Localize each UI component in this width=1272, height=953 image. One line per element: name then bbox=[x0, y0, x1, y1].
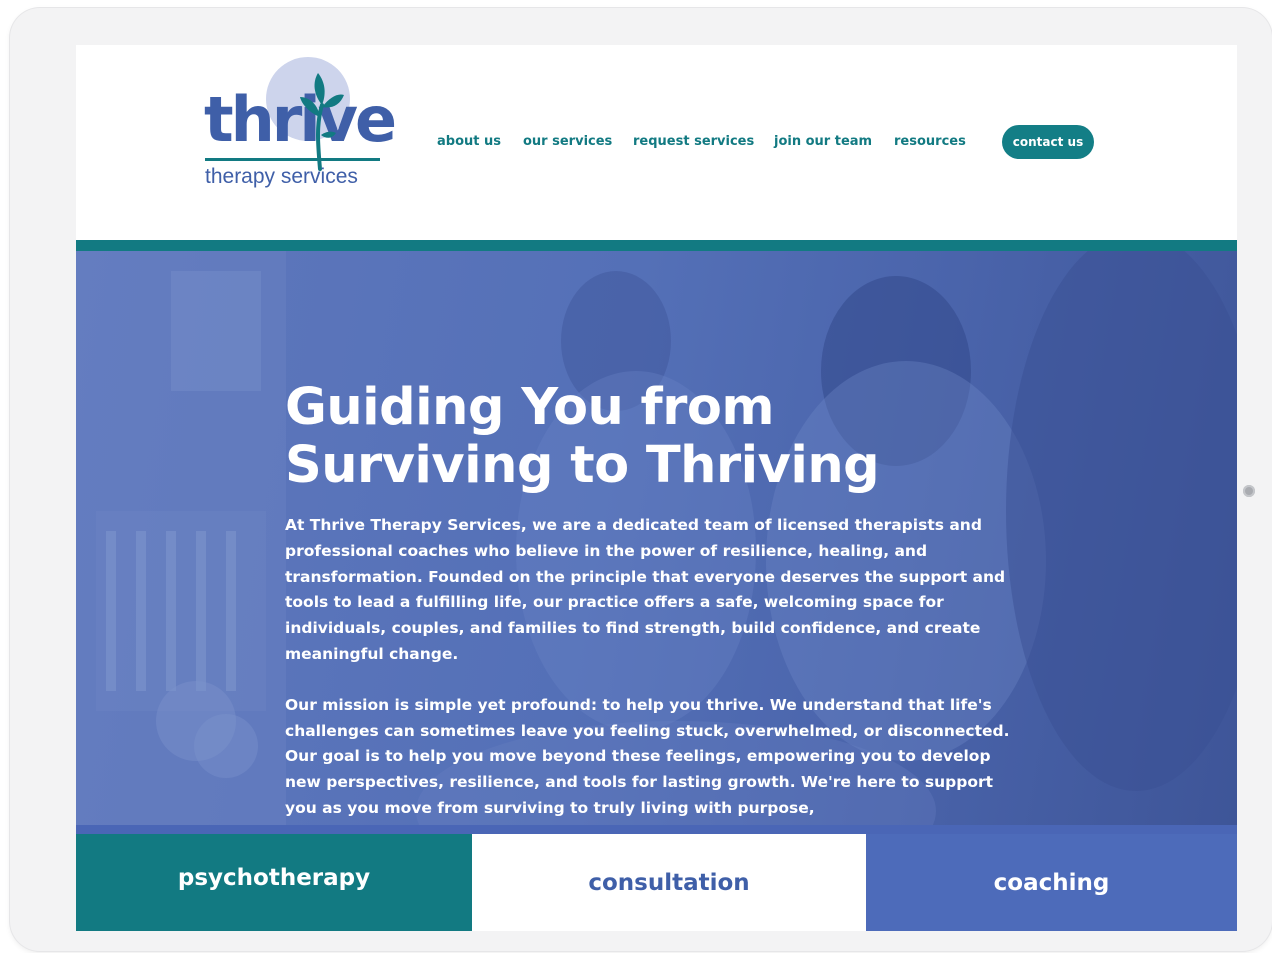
nav-our-services[interactable]: our services bbox=[523, 134, 612, 149]
tablet-frame: thrive therapy services about us our ser… bbox=[10, 8, 1272, 951]
hero-bottom-accent bbox=[76, 825, 1237, 834]
tile-psychotherapy[interactable]: psychotherapy bbox=[76, 834, 472, 931]
thrive-logo[interactable]: thrive therapy services bbox=[204, 55, 397, 195]
hero-text-block: Guiding You from Surviving to Thriving A… bbox=[285, 379, 1025, 822]
nav-about-us[interactable]: about us bbox=[437, 134, 501, 149]
nav-request-services[interactable]: request services bbox=[633, 134, 754, 149]
tile-consultation[interactable]: consultation bbox=[472, 834, 866, 931]
nav-resources[interactable]: resources bbox=[894, 134, 966, 149]
hero-paragraph-mission: Our mission is simple yet profound: to h… bbox=[285, 695, 1010, 817]
hero-title: Guiding You from Surviving to Thriving bbox=[285, 378, 880, 495]
header-divider bbox=[76, 240, 1237, 251]
tablet-camera bbox=[1243, 485, 1255, 497]
logo-subtitle: therapy services bbox=[205, 165, 358, 188]
service-tiles: psychotherapy consultation coaching bbox=[76, 834, 1237, 931]
website-screen: thrive therapy services about us our ser… bbox=[76, 45, 1237, 931]
tile-coaching[interactable]: coaching bbox=[866, 834, 1237, 931]
nav-join-our-team[interactable]: join our team bbox=[774, 134, 872, 149]
logo-underline bbox=[205, 158, 380, 161]
hero-paragraph-intro: At Thrive Therapy Services, we are a ded… bbox=[285, 516, 1006, 663]
site-header: thrive therapy services about us our ser… bbox=[76, 45, 1237, 240]
contact-us-button[interactable]: contact us bbox=[1002, 125, 1094, 159]
hero-section: Guiding You from Surviving to Thriving A… bbox=[76, 251, 1237, 834]
